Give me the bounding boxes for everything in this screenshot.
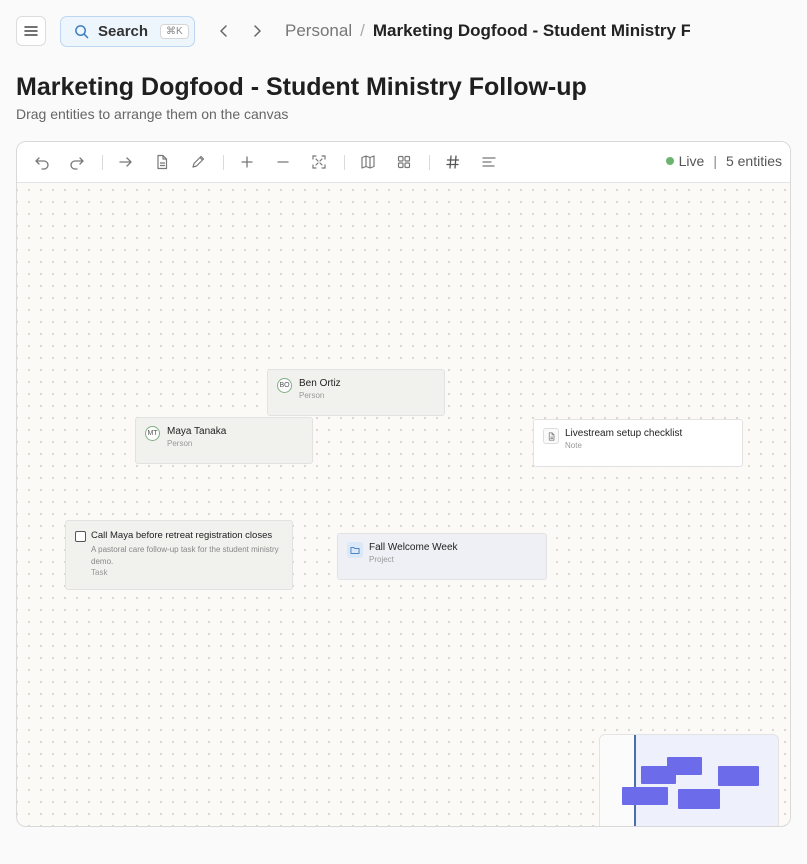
- live-status: Live | 5 entities: [665, 153, 782, 169]
- map-icon: [361, 155, 375, 169]
- minimap-node: [622, 787, 668, 805]
- snap-grid-button[interactable]: [442, 151, 464, 173]
- entity-type: Person: [299, 391, 325, 400]
- hamburger-icon: [24, 26, 38, 36]
- chevron-left-icon: [220, 25, 227, 37]
- breadcrumb-root[interactable]: Personal: [285, 21, 352, 40]
- avatar: BO: [277, 378, 292, 393]
- status-separator: |: [713, 153, 717, 169]
- minimap[interactable]: [599, 734, 779, 826]
- entity-type: Note: [565, 441, 582, 450]
- minimap-node: [641, 766, 676, 784]
- search-icon: [75, 25, 89, 39]
- entity-card-person[interactable]: MT Maya Tanaka Person: [135, 417, 313, 464]
- entity-type: Task: [91, 568, 108, 577]
- canvas-toolbar: Live | 5 entities: [17, 142, 790, 183]
- page-title: Marketing Dogfood - Student Ministry Fol…: [16, 73, 587, 101]
- entity-name: Livestream setup checklist: [565, 428, 683, 439]
- entity-name: Maya Tanaka: [167, 426, 227, 437]
- canvas-grid[interactable]: BO Ben Ortiz Person MT Maya Tanaka Perso…: [17, 182, 790, 826]
- document-icon: [548, 431, 554, 441]
- entity-count: 5 entities: [725, 153, 782, 169]
- toolbar-divider: [429, 155, 430, 170]
- minimap-node: [678, 789, 720, 809]
- task-checkbox[interactable]: [75, 531, 86, 542]
- align-button[interactable]: [478, 151, 500, 173]
- search-shortcut: ⌘K: [160, 24, 189, 39]
- minimap-toggle-button[interactable]: [357, 151, 379, 173]
- entity-name: Ben Ortiz: [299, 378, 341, 389]
- entity-type: Project: [369, 555, 394, 564]
- note-icon-box: [543, 428, 559, 444]
- arrow-right-icon: [119, 157, 132, 167]
- toolbar-divider: [223, 155, 224, 170]
- entity-card-person[interactable]: BO Ben Ortiz Person: [267, 369, 445, 416]
- entity-name: Fall Welcome Week: [369, 542, 458, 553]
- document-icon: [157, 154, 168, 170]
- entity-type: Person: [167, 439, 193, 448]
- fit-view-button[interactable]: [308, 151, 330, 173]
- grid-layout-button[interactable]: [393, 151, 415, 173]
- draw-button[interactable]: [187, 151, 209, 173]
- live-indicator: [665, 157, 674, 165]
- breadcrumb-current: Marketing Dogfood - Student Ministry Fol…: [372, 21, 690, 40]
- pencil-icon: [192, 155, 205, 168]
- live-label: Live: [678, 153, 705, 169]
- minus-icon: [277, 161, 289, 163]
- search-label: Search: [98, 23, 149, 40]
- plus-icon: [241, 156, 253, 168]
- entity-card-project[interactable]: Fall Welcome Week Project: [337, 533, 547, 580]
- entity-card-task[interactable]: Call Maya before retreat registration cl…: [65, 520, 293, 590]
- toolbar-divider: [344, 155, 345, 170]
- toolbar-divider: [102, 155, 103, 170]
- undo-icon: [35, 157, 49, 170]
- project-icon-box: [347, 542, 363, 558]
- folder-icon: [350, 547, 360, 554]
- entity-description: A pastoral care follow-up task for the s…: [91, 545, 279, 566]
- redo-icon: [70, 157, 84, 170]
- fit-screen-icon: [312, 155, 326, 169]
- grid-icon: [397, 155, 411, 169]
- add-note-button[interactable]: [151, 151, 173, 173]
- zoom-out-button[interactable]: [272, 151, 294, 173]
- connect-button[interactable]: [115, 151, 137, 173]
- breadcrumb: Personal / Marketing Dogfood - Student Min…: [285, 21, 690, 41]
- redo-button[interactable]: [66, 151, 88, 173]
- breadcrumb-separator: /: [360, 21, 365, 40]
- page-subtitle: Drag entities to arrange them on the can…: [16, 106, 289, 122]
- entity-name: Call Maya before retreat registration cl…: [91, 530, 273, 541]
- entity-card-note[interactable]: Livestream setup checklist Note: [533, 419, 743, 467]
- avatar: MT: [145, 426, 160, 441]
- canvas-panel: Live | 5 entities BO Ben Ortiz Person MT…: [16, 141, 791, 827]
- minimap-viewport[interactable]: [600, 735, 636, 826]
- undo-button[interactable]: [31, 151, 53, 173]
- align-left-icon: [482, 157, 496, 167]
- chevron-right-icon: [254, 25, 261, 37]
- minimap-node: [718, 766, 759, 786]
- back-button[interactable]: [213, 20, 235, 42]
- zoom-in-button[interactable]: [236, 151, 258, 173]
- menu-button[interactable]: [16, 16, 46, 46]
- hash-icon: [446, 155, 460, 169]
- forward-button[interactable]: [246, 20, 268, 42]
- search-button[interactable]: Search ⌘K: [60, 16, 195, 47]
